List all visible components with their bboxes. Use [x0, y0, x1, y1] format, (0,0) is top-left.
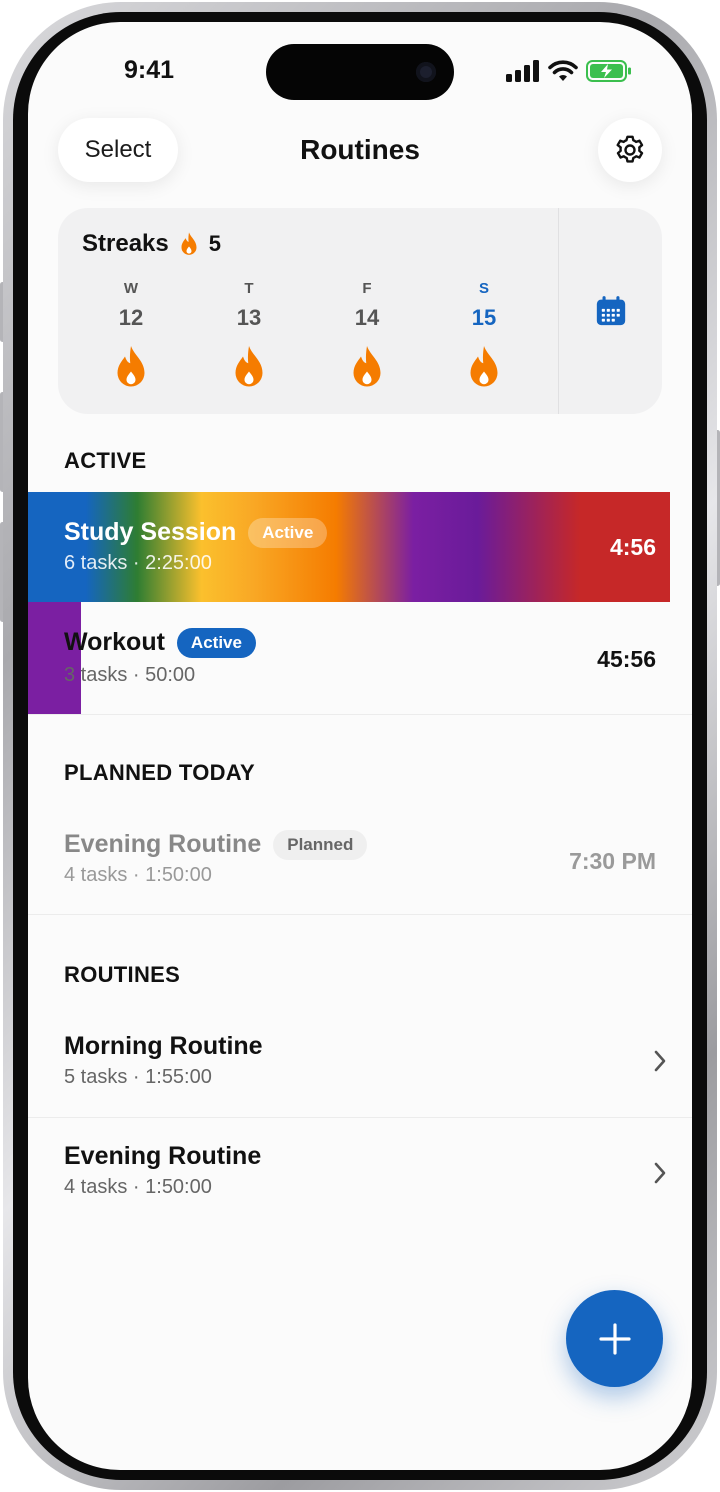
- day-letter: F: [362, 280, 372, 297]
- plus-icon: [598, 1322, 631, 1355]
- routine-title: Study Session: [64, 518, 237, 546]
- day-number: 14: [354, 305, 380, 330]
- flame-icon: [353, 346, 381, 387]
- flame-icon: [181, 232, 197, 255]
- day-number: 12: [118, 305, 144, 330]
- active-routine-row-study-session[interactable]: Study Session Active 6 tasks · 2:25:00 4:…: [28, 492, 692, 602]
- front-camera: [416, 62, 436, 82]
- chevron-right-icon: [654, 1050, 666, 1072]
- routine-title: Workout: [64, 628, 165, 656]
- streaks-title: Streaks: [82, 230, 169, 257]
- day-number: 15: [471, 305, 497, 330]
- streak-day-w: W 12: [91, 280, 171, 391]
- streak-day-f: F 14: [327, 280, 407, 391]
- routine-title-row: Workout Active: [64, 628, 256, 659]
- section-header-routines: ROUTINES: [64, 962, 181, 987]
- dynamic-island: [266, 44, 454, 100]
- routine-row-morning[interactable]: Morning Routine 5 tasks · 1:55:00: [28, 1006, 692, 1118]
- routine-row-evening[interactable]: Evening Routine 4 tasks · 1:50:00: [28, 1118, 692, 1230]
- routine-title-row: Study Session Active: [64, 518, 328, 549]
- divider: [28, 714, 692, 715]
- streak-count: 5: [208, 231, 221, 256]
- section-header-planned: PLANNED TODAY: [64, 760, 255, 785]
- day-letter: W: [123, 280, 139, 297]
- battery-charging-icon: [586, 60, 631, 82]
- status-time: 9:41: [124, 56, 175, 84]
- calendar-icon: [596, 296, 625, 326]
- day-letter: T: [244, 280, 254, 297]
- section-header-active: ACTIVE: [64, 448, 147, 473]
- flame-icon: [235, 346, 263, 387]
- day-letter: S: [478, 280, 489, 297]
- routine-timer: 4:56: [609, 534, 656, 560]
- routine-subtitle: 6 tasks · 2:25:00: [64, 552, 212, 574]
- streaks-header: Streaks 5: [82, 230, 221, 258]
- streaks-card[interactable]: Streaks 5 W 12 T 13 F 14 S 15: [58, 208, 662, 414]
- status-icons: [506, 60, 632, 82]
- page-title: Routines: [300, 134, 420, 165]
- add-routine-button[interactable]: [566, 1290, 663, 1387]
- routine-subtitle: 5 tasks · 1:55:00: [64, 1066, 212, 1088]
- app-screen: 9:41 Select Routines Streaks 5 W 12 T 13…: [28, 22, 692, 1470]
- routine-title: Evening Routine: [64, 830, 262, 858]
- routine-subtitle: 4 tasks · 1:50:00: [64, 864, 212, 886]
- active-routine-row-workout[interactable]: Workout Active 3 tasks · 50:00 45:56: [28, 602, 692, 715]
- cellular-signal-icon: [506, 60, 539, 82]
- routine-title-row: Evening Routine Planned: [64, 830, 368, 861]
- status-badge: Planned: [273, 830, 368, 861]
- planned-routine-row[interactable]: Evening Routine Planned 4 tasks · 1:50:00…: [28, 812, 692, 915]
- settings-button[interactable]: [598, 118, 662, 182]
- flame-icon: [117, 346, 145, 387]
- divider: [28, 914, 692, 915]
- wifi-icon: [548, 60, 578, 81]
- flame-icon: [470, 346, 498, 387]
- calendar-button[interactable]: [559, 208, 662, 414]
- routine-subtitle: 4 tasks · 1:50:00: [64, 1176, 212, 1198]
- status-badge: Active: [248, 518, 328, 549]
- routine-title: Morning Routine: [64, 1032, 263, 1060]
- gear-icon: [616, 135, 644, 163]
- planned-start-time: 7:30 PM: [569, 848, 656, 874]
- status-badge: Active: [176, 628, 256, 659]
- routine-timer: 45:56: [597, 646, 656, 672]
- routine-subtitle: 3 tasks · 50:00: [64, 664, 196, 686]
- streak-day-s-today: S 15: [444, 280, 524, 391]
- streak-day-t: T 13: [209, 280, 289, 391]
- chevron-right-icon: [654, 1162, 666, 1184]
- routine-title: Evening Routine: [64, 1142, 262, 1170]
- day-number: 13: [236, 305, 262, 330]
